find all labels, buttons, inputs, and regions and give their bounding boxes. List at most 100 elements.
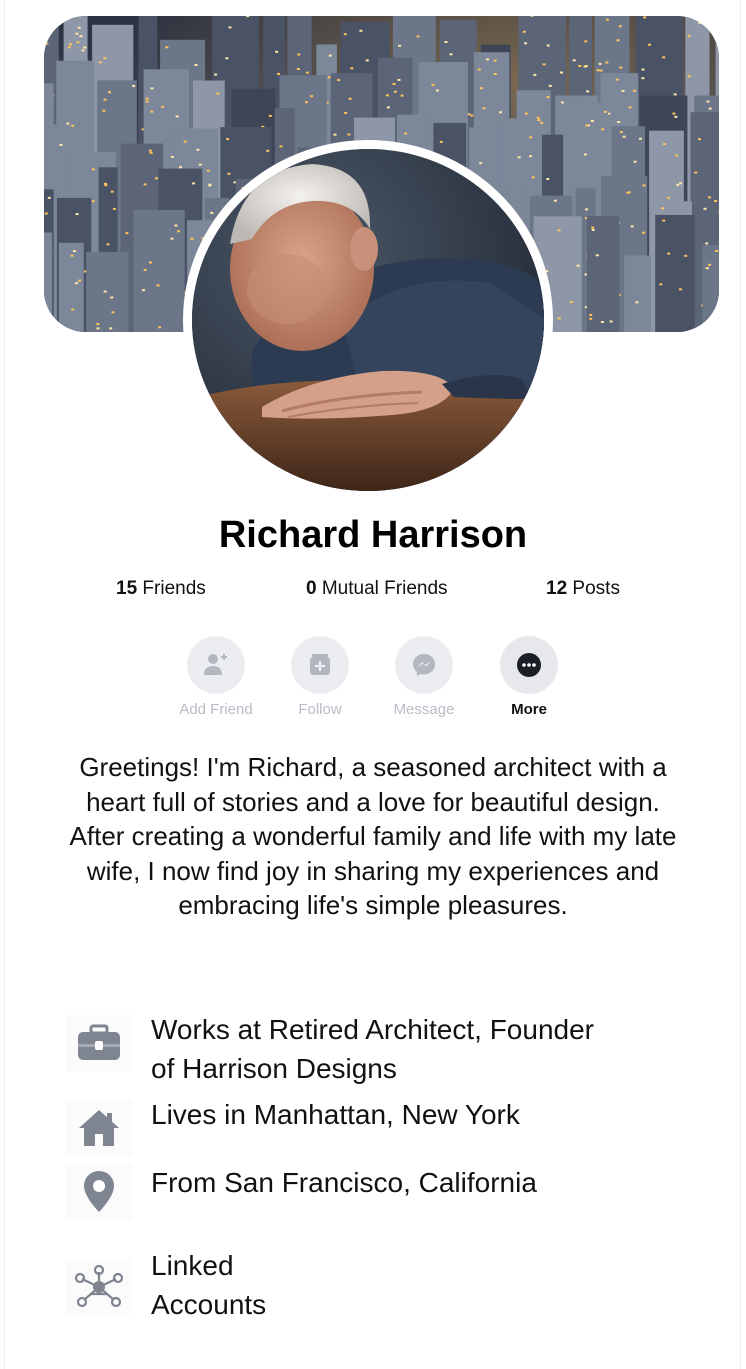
skyline-window-light [542, 63, 546, 66]
skyline-window-light [667, 252, 671, 255]
skyline-window-light [603, 110, 607, 113]
follow-button[interactable]: Follow [265, 636, 375, 720]
skyline-window-light [246, 16, 250, 18]
skyline-window-light [687, 34, 691, 37]
skyline-window-light [104, 182, 107, 185]
skyline-window-light [143, 183, 147, 186]
skyline-window-light [628, 106, 632, 109]
skyline-window-light [392, 83, 396, 85]
skyline-building [624, 255, 651, 332]
skyline-window-light [705, 242, 709, 245]
skyline-window-light [416, 35, 420, 38]
skyline-window-light [344, 111, 348, 114]
skyline-window-light [297, 53, 301, 56]
skyline-window-light [708, 107, 712, 110]
skyline-window-light [642, 231, 645, 234]
skyline-window-light [546, 178, 550, 180]
skyline-window-light [548, 84, 552, 87]
info-work: Works at Retired Architect, Founder of H… [66, 1011, 706, 1088]
posts-count-label: Posts [567, 578, 620, 599]
skyline-window-light [599, 69, 603, 72]
skyline-window-light [108, 91, 111, 94]
linked-accounts-line1: Linked [151, 1250, 234, 1281]
skyline-window-light [585, 124, 589, 127]
skyline-window-light [67, 46, 71, 49]
skyline-window-light [470, 114, 474, 117]
skyline-window-light [142, 289, 145, 292]
info-work-text: Works at Retired Architect, Founder of H… [151, 1011, 594, 1088]
profile-name: Richard Harrison [218, 514, 528, 556]
follow-label: Follow [298, 701, 342, 718]
add-friend-button[interactable]: Add Friend [161, 636, 271, 720]
follow-icon [310, 654, 330, 675]
skyline-window-light [404, 132, 408, 135]
info-linked-accounts[interactable]: Linked Accounts [66, 1247, 706, 1324]
message-button[interactable]: Message [369, 636, 479, 720]
skyline-window-light [225, 57, 229, 60]
skyline-window-light [529, 136, 533, 139]
skyline-window-light [158, 326, 162, 329]
skyline-window-light [143, 268, 147, 271]
skyline-window-light [359, 29, 363, 32]
skyline-window-light [598, 62, 602, 65]
more-button-circle [500, 636, 558, 694]
skyline-window-light [198, 163, 202, 166]
skyline-window-light [398, 44, 402, 47]
avatar-photo [192, 149, 544, 491]
skyline-window-light [676, 183, 680, 186]
skyline-window-light [76, 41, 80, 44]
posts-count[interactable]: 12 Posts [546, 577, 620, 601]
skyline-window-light [91, 168, 95, 171]
skyline-window-light [96, 327, 100, 330]
skyline-window-light [435, 89, 439, 92]
skyline-window-light [590, 120, 594, 122]
info-work-line2: of Harrison Designs [151, 1052, 397, 1084]
skyline-window-light [569, 301, 573, 304]
skyline-window-light [621, 89, 625, 92]
skyline-window-light [268, 114, 272, 117]
skyline-window-light [71, 124, 75, 127]
message-button-circle [395, 636, 453, 694]
skyline-window-light [192, 182, 196, 185]
house-icon [66, 1100, 132, 1156]
skyline-window-light [400, 94, 404, 97]
skyline-window-light [69, 43, 72, 46]
skyline-window-light [348, 97, 352, 100]
skyline-window-light [596, 69, 600, 72]
avatar[interactable] [192, 149, 544, 491]
skyline-window-light [477, 68, 481, 71]
skyline-window-light [385, 94, 389, 97]
friends-count[interactable]: 15 Friends [116, 577, 206, 601]
skyline-window-light [578, 65, 582, 67]
skyline-window-light [493, 59, 497, 62]
skyline-window-light [486, 58, 490, 61]
skyline-window-light [79, 35, 83, 38]
skyline-window-light [641, 77, 645, 80]
skyline-window-light [524, 112, 528, 115]
mutual-friends-count[interactable]: 0 Mutual Friends [306, 577, 448, 601]
skyline-window-light [583, 153, 587, 156]
skyline-window-light [81, 49, 85, 52]
linked-accounts-link[interactable]: Linked Accounts [151, 1247, 266, 1324]
skyline-window-light [439, 140, 443, 143]
skyline-window-light [347, 133, 351, 136]
skyline-window-light [343, 33, 347, 36]
skyline-window-light [662, 56, 666, 59]
skyline-window-light [679, 182, 683, 185]
skyline-window-light [600, 321, 604, 323]
skyline-window-light [659, 283, 663, 286]
skyline-window-light [75, 32, 79, 35]
skyline-window-light [98, 61, 102, 64]
skyline-building [133, 210, 185, 332]
skyline-window-light [150, 87, 154, 90]
skyline-window-light [589, 313, 593, 316]
skyline-window-light [328, 54, 332, 57]
skyline-window-light [546, 96, 550, 99]
more-button[interactable]: More [474, 636, 584, 720]
skyline-window-light [149, 261, 152, 264]
skyline-window-light [47, 325, 51, 328]
skyline-window-light [714, 200, 718, 202]
info-work-line1: Works at Retired Architect, Founder [151, 1014, 594, 1045]
skyline-window-light [626, 191, 630, 194]
skyline-window-light [666, 196, 670, 199]
